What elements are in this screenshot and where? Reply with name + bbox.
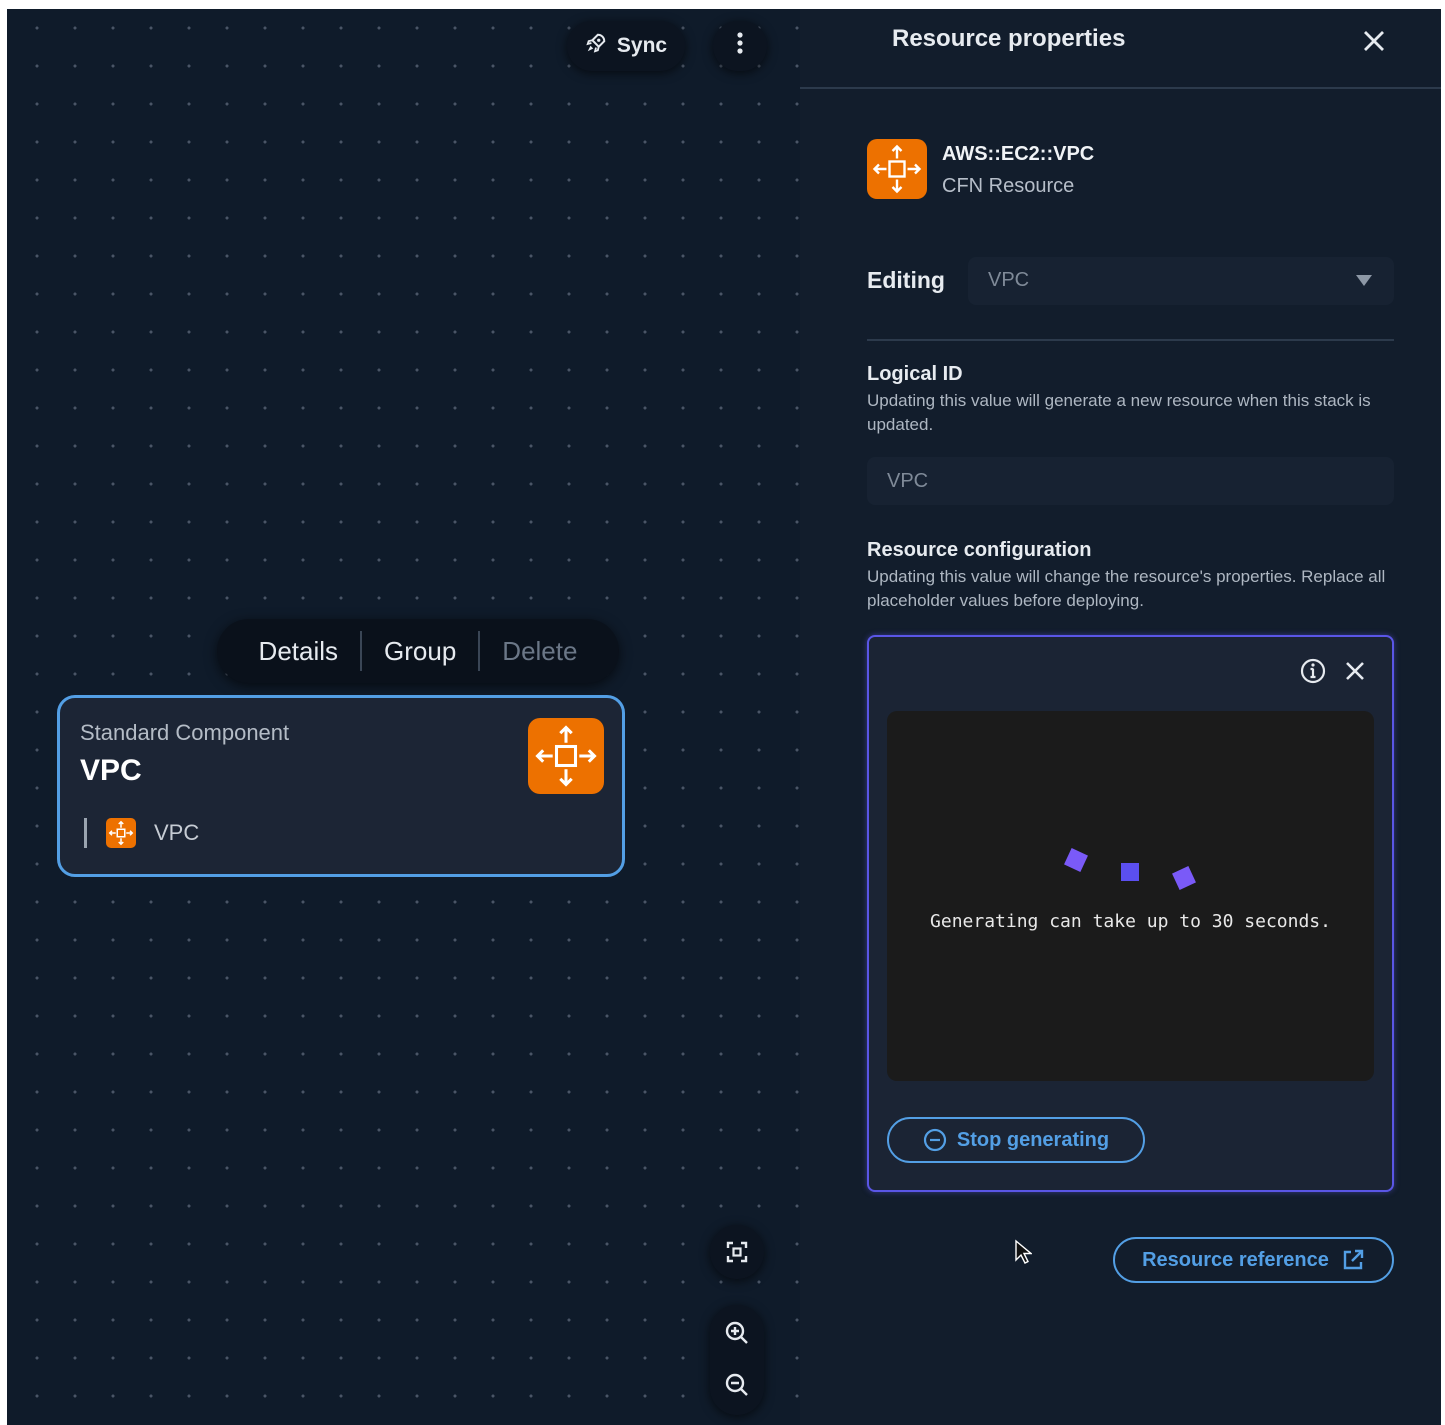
app-frame: Sync Details Group Delete Standard Compo… — [7, 9, 1441, 1425]
external-link-icon — [1343, 1249, 1364, 1270]
logical-id-description: Updating this value will generate a new … — [867, 391, 1371, 434]
vpc-icon — [528, 718, 604, 794]
loading-indicator-square — [1121, 863, 1139, 881]
editing-label: Editing — [867, 267, 945, 293]
logical-id-input[interactable]: VPC — [867, 457, 1394, 505]
editing-select[interactable]: VPC — [968, 257, 1394, 305]
zoom-in-button[interactable] — [710, 1305, 764, 1360]
close-panel-button[interactable] — [1356, 23, 1392, 59]
zoom-out-button[interactable] — [710, 1360, 764, 1415]
stop-generating-button[interactable]: Stop generating — [887, 1117, 1145, 1163]
resource-reference-label: Resource reference — [1142, 1248, 1329, 1271]
delete-button: Delete — [502, 635, 578, 666]
fit-view-button[interactable] — [710, 1225, 764, 1279]
mouse-cursor-icon — [1015, 1239, 1032, 1264]
stop-generating-label: Stop generating — [956, 1128, 1110, 1151]
resource-configuration-description: Updating this value will change the reso… — [867, 567, 1386, 610]
group-button[interactable]: Group — [362, 636, 478, 667]
node-context-menu: Details Group Delete — [217, 619, 619, 683]
vpc-icon — [867, 139, 927, 199]
resource-reference-button[interactable]: Resource reference — [1113, 1237, 1394, 1283]
vpc-node[interactable]: Standard Component VPC VPC — [57, 695, 625, 877]
resource-properties-panel: Resource properties AWS::EC2::VPC CFN Re… — [800, 9, 1441, 1425]
child-resource-label[interactable]: VPC — [154, 820, 199, 846]
sync-button[interactable]: Sync — [567, 21, 685, 71]
section-divider — [867, 339, 1394, 341]
zoom-out-icon — [725, 1373, 748, 1396]
close-icon — [1346, 662, 1364, 680]
resource-kind: CFN Resource — [942, 175, 1075, 197]
resource-configuration-title: Resource configuration — [867, 539, 1092, 561]
more-options-button[interactable] — [713, 21, 767, 71]
vertical-ellipsis-icon — [736, 31, 744, 62]
generation-output: Generating can take up to 30 seconds. — [887, 711, 1374, 1081]
info-button[interactable] — [1299, 657, 1327, 685]
zoom-controls — [710, 1305, 764, 1415]
panel-header: Resource properties — [800, 9, 1441, 89]
details-button[interactable]: Details — [237, 636, 360, 667]
info-icon — [1300, 658, 1326, 684]
generation-message: Generating can take up to 30 seconds. — [930, 911, 1331, 932]
node-title: VPC — [80, 754, 142, 787]
diagram-canvas[interactable]: Sync Details Group Delete Standard Compo… — [7, 9, 800, 1425]
child-indent-bar — [84, 818, 87, 848]
loading-indicator-square — [1172, 866, 1196, 890]
logical-id-title: Logical ID — [867, 363, 963, 385]
resource-type: AWS::EC2::VPC — [942, 143, 1095, 165]
rocket-icon — [585, 32, 607, 60]
caret-down-icon — [1356, 275, 1372, 286]
node-subtitle: Standard Component — [80, 720, 290, 745]
generation-container: Generating can take up to 30 seconds. St… — [867, 635, 1394, 1192]
panel-title: Resource properties — [892, 25, 1126, 52]
close-icon — [1364, 31, 1384, 51]
sync-label: Sync — [616, 34, 668, 57]
vpc-icon — [106, 818, 136, 848]
editing-selected-value: VPC — [988, 269, 1030, 291]
stop-circle-icon — [923, 1128, 946, 1152]
dismiss-generation-button[interactable] — [1341, 657, 1369, 685]
fit-view-icon — [726, 1241, 748, 1263]
zoom-in-icon — [725, 1321, 748, 1344]
loading-indicator-square — [1064, 848, 1088, 872]
